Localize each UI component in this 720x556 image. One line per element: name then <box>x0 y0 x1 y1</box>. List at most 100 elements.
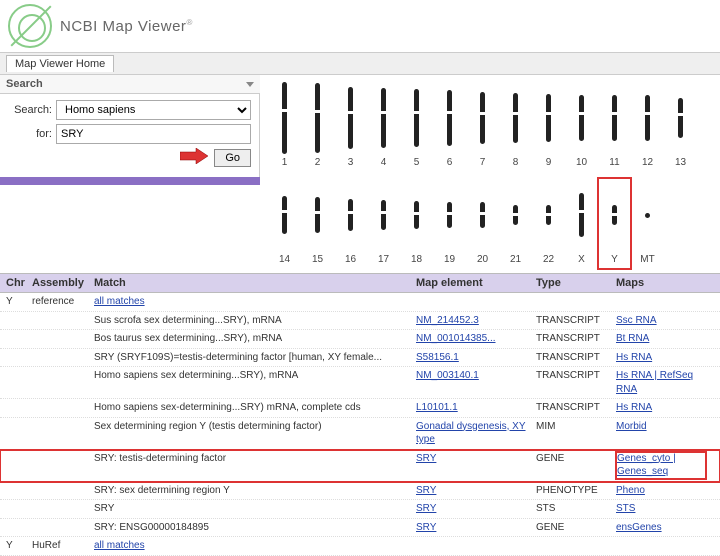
map-element-link[interactable]: SRY <box>416 485 436 496</box>
left-pane: Search Search: Homo sapiens for: Go <box>0 75 260 273</box>
chromosome-ideogram-panel: 12345678910111213 141516171819202122XYMT <box>260 75 720 273</box>
chromosome-label: 16 <box>334 254 367 265</box>
chromosome-label: 3 <box>334 157 367 168</box>
maps-link[interactable]: Bt RNA <box>616 333 649 344</box>
maps-link[interactable]: Hs RNA | RefSeq RNA <box>616 370 693 395</box>
all-matches-link[interactable]: all matches <box>94 296 145 307</box>
chevron-down-icon <box>246 82 254 87</box>
maps-link[interactable]: STS <box>616 503 635 514</box>
query-input[interactable] <box>56 124 251 144</box>
chromosome-label: 15 <box>301 254 334 265</box>
chromosome-label: 21 <box>499 254 532 265</box>
chromosome-9[interactable]: 9 <box>532 81 565 172</box>
table-row: Bos taurus sex determining...SRY), mRNAN… <box>0 330 720 349</box>
chromosome-4[interactable]: 4 <box>367 81 400 172</box>
chromosome-label: 10 <box>565 157 598 168</box>
chromosome-X[interactable]: X <box>565 178 598 269</box>
chromosome-3[interactable]: 3 <box>334 81 367 172</box>
chromosome-19[interactable]: 19 <box>433 178 466 269</box>
chromosome-label: Y <box>598 254 631 265</box>
results-header: Chr Assembly Match Map element Type Maps <box>0 273 720 293</box>
table-row: SRY: testis-determining factorSRYGENEGen… <box>0 450 720 482</box>
table-row: Homo sapiens sex determining...SRY), mRN… <box>0 367 720 399</box>
chromosome-label: 6 <box>433 157 466 168</box>
table-row: Yreferenceall matches <box>0 293 720 312</box>
chromosome-22[interactable]: 22 <box>532 178 565 269</box>
chromosome-8[interactable]: 8 <box>499 81 532 172</box>
organism-label: Search: <box>8 104 52 116</box>
chromosome-17[interactable]: 17 <box>367 178 400 269</box>
col-chr: Chr <box>6 277 32 289</box>
chromosome-11[interactable]: 11 <box>598 81 631 172</box>
chromosome-label: 1 <box>268 157 301 168</box>
table-row: SRY: ENSG00000184895SRYGENEensGenes <box>0 519 720 538</box>
table-row: Sus scrofa sex determining...SRY), mRNAN… <box>0 312 720 331</box>
table-row: SRY (SRYF109S)=testis-determining factor… <box>0 349 720 368</box>
col-type: Type <box>536 277 616 289</box>
tab-map-viewer-home[interactable]: Map Viewer Home <box>6 55 114 72</box>
ncbi-logo-icon <box>8 4 52 48</box>
chromosome-label: 12 <box>631 157 664 168</box>
all-matches-link[interactable]: all matches <box>94 540 145 551</box>
organism-select[interactable]: Homo sapiens <box>56 100 251 120</box>
chromosome-label: 13 <box>664 157 697 168</box>
chromosome-12[interactable]: 12 <box>631 81 664 172</box>
chromosome-label: 5 <box>400 157 433 168</box>
map-element-link[interactable]: NM_003140.1 <box>416 370 479 381</box>
app-title: NCBI Map Viewer® <box>60 18 193 35</box>
col-maps: Maps <box>616 277 706 289</box>
chromosome-14[interactable]: 14 <box>268 178 301 269</box>
chromosome-10[interactable]: 10 <box>565 81 598 172</box>
chromosome-label: 9 <box>532 157 565 168</box>
map-element-link[interactable]: NM_214452.3 <box>416 315 479 326</box>
chromosome-label: 19 <box>433 254 466 265</box>
col-map: Map element <box>416 277 536 289</box>
chromosome-21[interactable]: 21 <box>499 178 532 269</box>
chromosome-label: 2 <box>301 157 334 168</box>
chromosome-label: X <box>565 254 598 265</box>
chromosome-label: MT <box>631 254 664 265</box>
nav-bar: Map Viewer Home <box>0 53 720 75</box>
chromosome-18[interactable]: 18 <box>400 178 433 269</box>
chromosome-20[interactable]: 20 <box>466 178 499 269</box>
chromosome-16[interactable]: 16 <box>334 178 367 269</box>
query-label: for: <box>8 128 52 140</box>
maps-link[interactable]: Hs RNA <box>616 352 652 363</box>
chromosome-label: 4 <box>367 157 400 168</box>
chromosome-Y[interactable]: Y <box>598 178 631 269</box>
map-element-link[interactable]: L10101.1 <box>416 402 458 413</box>
chromosome-label: 8 <box>499 157 532 168</box>
chromosome-2[interactable]: 2 <box>301 81 334 172</box>
maps-link[interactable]: Pheno <box>616 485 645 496</box>
chromosome-1[interactable]: 1 <box>268 81 301 172</box>
map-element-link[interactable]: SRY <box>416 453 436 464</box>
chromosome-13[interactable]: 13 <box>664 81 697 172</box>
go-button[interactable]: Go <box>214 149 251 167</box>
map-element-link[interactable]: Gonadal dysgenesis, XY type <box>416 421 526 446</box>
chromosome-label: 22 <box>532 254 565 265</box>
chromosome-7[interactable]: 7 <box>466 81 499 172</box>
table-row: Homo sapiens sex-determining...SRY) mRNA… <box>0 399 720 418</box>
maps-link[interactable]: Ssc RNA <box>616 315 657 326</box>
app-header: NCBI Map Viewer® <box>0 0 720 53</box>
search-section-header[interactable]: Search <box>0 75 260 94</box>
map-element-link[interactable]: SRY <box>416 503 436 514</box>
arrow-right-icon <box>180 148 208 167</box>
maps-link[interactable]: Hs RNA <box>616 402 652 413</box>
divider <box>0 177 260 185</box>
maps-link[interactable]: Morbid <box>616 421 647 432</box>
table-row: SRY: sex determining region YSRYPHENOTYP… <box>0 482 720 501</box>
table-row: Sex determining region Y (testis determi… <box>0 418 720 450</box>
chromosome-15[interactable]: 15 <box>301 178 334 269</box>
map-element-link[interactable]: S58156.1 <box>416 352 459 363</box>
chromosome-6[interactable]: 6 <box>433 81 466 172</box>
chromosome-MT[interactable]: MT <box>631 178 664 269</box>
map-element-link[interactable]: NM_001014385... <box>416 333 496 344</box>
chromosome-label: 20 <box>466 254 499 265</box>
maps-link[interactable]: ensGenes <box>616 522 662 533</box>
search-section-label: Search <box>6 78 43 90</box>
chromosome-5[interactable]: 5 <box>400 81 433 172</box>
maps-link[interactable]: Genes_cyto | Genes_seq <box>616 452 706 479</box>
map-element-link[interactable]: SRY <box>416 522 436 533</box>
chromosome-label: 17 <box>367 254 400 265</box>
